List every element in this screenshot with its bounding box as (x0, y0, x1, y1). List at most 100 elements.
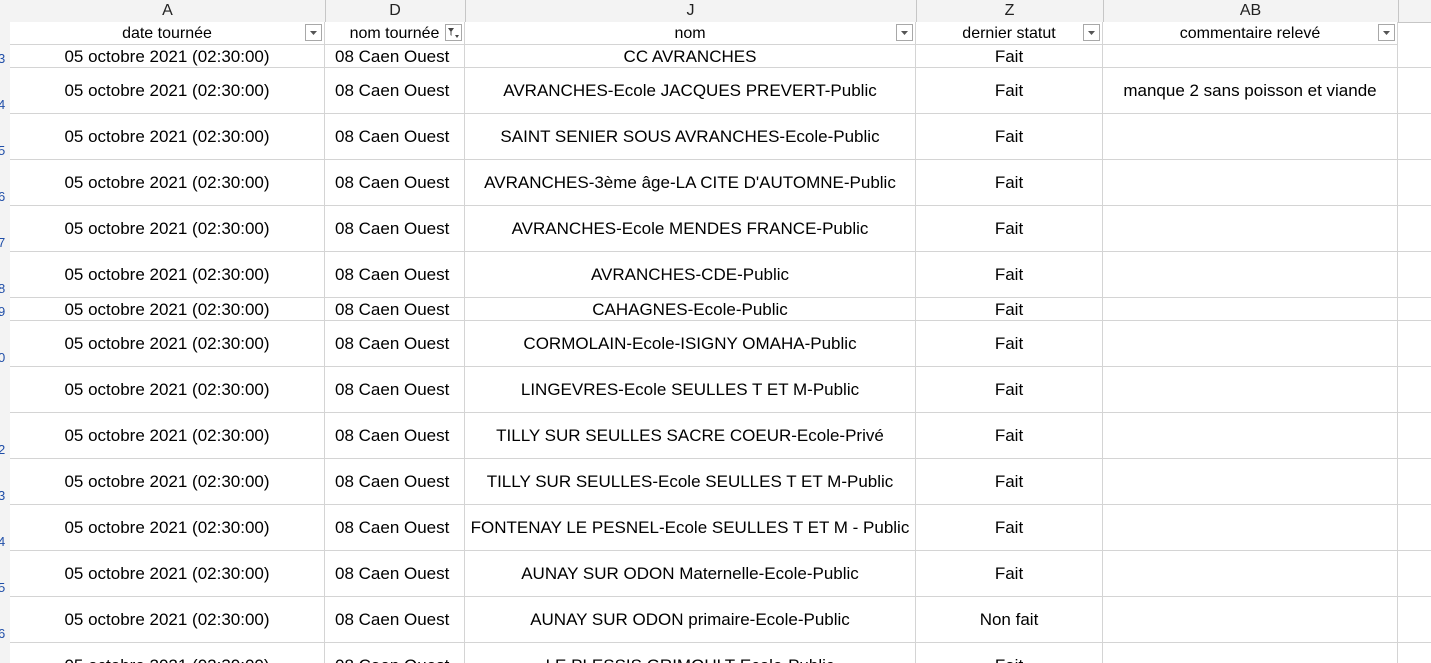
cell-commentaire[interactable] (1103, 505, 1398, 551)
cell-statut[interactable]: Fait (916, 114, 1103, 160)
cell-date[interactable]: 05 octobre 2021 (02:30:00) (10, 252, 325, 298)
cell-empty[interactable] (1398, 68, 1431, 114)
cell-empty[interactable] (1398, 597, 1431, 643)
cell-commentaire[interactable] (1103, 298, 1398, 321)
cell-tournee[interactable]: 08 Caen Ouest (325, 45, 465, 68)
cell-nom[interactable]: CORMOLAIN-Ecole-ISIGNY OMAHA-Public (465, 321, 916, 367)
row-number[interactable]: 7 (0, 235, 8, 250)
row-number[interactable]: 9 (0, 304, 8, 319)
cell-nom[interactable]: AUNAY SUR ODON primaire-Ecole-Public (465, 597, 916, 643)
cell-tournee[interactable]: 08 Caen Ouest (325, 114, 465, 160)
cell-nom[interactable]: CC AVRANCHES (465, 45, 916, 68)
cell-commentaire[interactable] (1103, 114, 1398, 160)
cell-nom[interactable]: TILLY SUR SEULLES SACRE COEUR-Ecole-Priv… (465, 413, 916, 459)
filter-dropdown-button[interactable] (896, 24, 913, 41)
cell-nom[interactable]: AUNAY SUR ODON Maternelle-Ecole-Public (465, 551, 916, 597)
cell-date[interactable]: 05 octobre 2021 (02:30:00) (10, 298, 325, 321)
cell-empty[interactable] (1398, 160, 1431, 206)
row-number[interactable]: 4 (0, 97, 8, 112)
cell-tournee[interactable]: 08 Caen Ouest (325, 298, 465, 321)
cell-nom[interactable]: AVRANCHES-Ecole MENDES FRANCE-Public (465, 206, 916, 252)
filter-dropdown-button[interactable] (1083, 24, 1100, 41)
cell-nom[interactable]: SAINT SENIER SOUS AVRANCHES-Ecole-Public (465, 114, 916, 160)
cell-statut[interactable]: Fait (916, 413, 1103, 459)
cell-date[interactable]: 05 octobre 2021 (02:30:00) (10, 551, 325, 597)
column-letter-empty[interactable] (1398, 0, 1431, 22)
cell-tournee[interactable]: 08 Caen Ouest (325, 413, 465, 459)
cell-tournee[interactable]: 08 Caen Ouest (325, 68, 465, 114)
cell-commentaire[interactable] (1103, 367, 1398, 413)
cell-statut[interactable]: Fait (916, 160, 1103, 206)
cell-nom[interactable]: TILLY SUR SEULLES-Ecole SEULLES T ET M-P… (465, 459, 916, 505)
row-number[interactable]: 5 (0, 580, 8, 595)
cell-tournee[interactable]: 08 Caen Ouest (325, 505, 465, 551)
cell-date[interactable]: 05 octobre 2021 (02:30:00) (10, 45, 325, 68)
row-number[interactable]: 5 (0, 143, 8, 158)
cell-nom[interactable]: FONTENAY LE PESNEL-Ecole SEULLES T ET M … (465, 505, 916, 551)
cell-commentaire[interactable] (1103, 597, 1398, 643)
row-number[interactable]: 4 (0, 534, 8, 549)
cell-empty[interactable] (1398, 252, 1431, 298)
cell-date[interactable]: 05 octobre 2021 (02:30:00) (10, 206, 325, 252)
cell-date[interactable]: 05 octobre 2021 (02:30:00) (10, 505, 325, 551)
cell-empty[interactable] (1398, 367, 1431, 413)
row-number[interactable]: 3 (0, 488, 8, 503)
cell-tournee[interactable]: 08 Caen Ouest (325, 321, 465, 367)
filter-dropdown-button[interactable] (305, 24, 322, 41)
cell-empty[interactable] (1398, 459, 1431, 505)
column-letter-d[interactable]: D (325, 0, 466, 22)
row-number[interactable]: 8 (0, 281, 8, 296)
cell-commentaire[interactable] (1103, 413, 1398, 459)
cell-date[interactable]: 05 octobre 2021 (02:30:00) (10, 160, 325, 206)
cell-nom[interactable]: LE PLESSIS GRIMOULT-Ecole-Public (465, 643, 916, 663)
cell-nom[interactable]: AVRANCHES-Ecole JACQUES PREVERT-Public (465, 68, 916, 114)
cell-statut[interactable]: Fait (916, 252, 1103, 298)
cell-tournee[interactable]: 08 Caen Ouest (325, 206, 465, 252)
cell-statut[interactable]: Fait (916, 505, 1103, 551)
cell-commentaire[interactable] (1103, 459, 1398, 505)
row-number[interactable]: 0 (0, 350, 8, 365)
cell-commentaire[interactable]: manque 2 sans poisson et viande (1103, 68, 1398, 114)
cell-date[interactable]: 05 octobre 2021 (02:30:00) (10, 413, 325, 459)
cell-empty[interactable] (1398, 206, 1431, 252)
column-letter-j[interactable]: J (465, 0, 917, 22)
cell-statut[interactable]: Fait (916, 367, 1103, 413)
cell-commentaire[interactable] (1103, 252, 1398, 298)
cell-commentaire[interactable] (1103, 551, 1398, 597)
cell-statut[interactable]: Fait (916, 643, 1103, 663)
cell-date[interactable]: 05 octobre 2021 (02:30:00) (10, 367, 325, 413)
cell-nom[interactable]: LINGEVRES-Ecole SEULLES T ET M-Public (465, 367, 916, 413)
cell-tournee[interactable]: 08 Caen Ouest (325, 459, 465, 505)
cell-date[interactable]: 05 octobre 2021 (02:30:00) (10, 597, 325, 643)
cell-commentaire[interactable] (1103, 45, 1398, 68)
cell-statut[interactable]: Fait (916, 551, 1103, 597)
cell-statut[interactable]: Fait (916, 321, 1103, 367)
cell-commentaire[interactable] (1103, 321, 1398, 367)
cell-empty[interactable] (1398, 505, 1431, 551)
cell-commentaire[interactable] (1103, 206, 1398, 252)
cell-statut[interactable]: Fait (916, 206, 1103, 252)
cell-commentaire[interactable] (1103, 643, 1398, 663)
column-letter-a[interactable]: A (10, 0, 326, 22)
cell-date[interactable]: 05 octobre 2021 (02:30:00) (10, 321, 325, 367)
cell-statut[interactable]: Fait (916, 459, 1103, 505)
cell-date[interactable]: 05 octobre 2021 (02:30:00) (10, 68, 325, 114)
row-number[interactable]: 2 (0, 442, 8, 457)
cell-tournee[interactable]: 08 Caen Ouest (325, 551, 465, 597)
cell-empty[interactable] (1398, 45, 1431, 68)
row-number[interactable]: 6 (0, 626, 8, 641)
cell-statut[interactable]: Non fait (916, 597, 1103, 643)
cell-statut[interactable]: Fait (916, 45, 1103, 68)
cell-date[interactable]: 05 octobre 2021 (02:30:00) (10, 643, 325, 663)
column-letter-ab[interactable]: AB (1103, 0, 1399, 22)
cell-date[interactable]: 05 octobre 2021 (02:30:00) (10, 459, 325, 505)
cell-tournee[interactable]: 08 Caen Ouest (325, 160, 465, 206)
cell-commentaire[interactable] (1103, 160, 1398, 206)
filter-dropdown-button[interactable] (445, 24, 462, 41)
cell-empty[interactable] (1398, 321, 1431, 367)
cell-statut[interactable]: Fait (916, 298, 1103, 321)
cell-empty[interactable] (1398, 114, 1431, 160)
cell-nom[interactable]: CAHAGNES-Ecole-Public (465, 298, 916, 321)
cell-statut[interactable]: Fait (916, 68, 1103, 114)
cell-tournee[interactable]: 08 Caen Ouest (325, 643, 465, 663)
